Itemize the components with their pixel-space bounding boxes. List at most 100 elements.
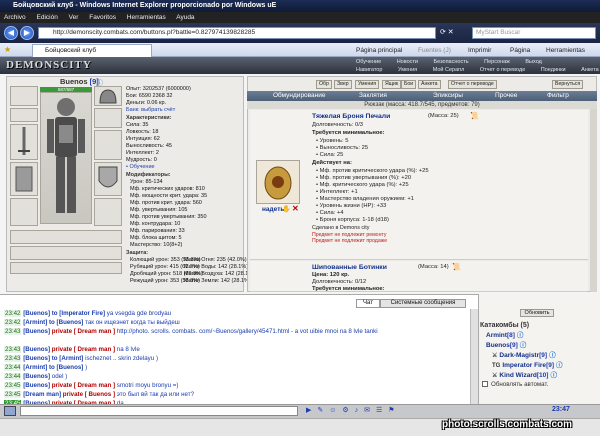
btn-box[interactable]: Ящик	[382, 80, 402, 89]
slot-weapon[interactable]	[10, 124, 38, 160]
back-button[interactable]: ◀	[4, 26, 18, 40]
slot-bracers[interactable]	[94, 108, 122, 128]
toolbar-home[interactable]: Página principal	[356, 45, 402, 56]
btn-profile[interactable]: Анкета	[418, 80, 441, 89]
chat-nick[interactable]: [Buenos]	[23, 346, 50, 353]
nav-fights[interactable]: Поединки	[541, 67, 566, 73]
toolbar-page[interactable]: Página	[510, 45, 530, 56]
toolbar-feeds[interactable]: Fuentes (J)	[418, 45, 451, 56]
slot-shield[interactable]	[94, 162, 122, 196]
btn-return[interactable]: Вернуться	[552, 80, 584, 89]
drop-icon[interactable]: ✕	[292, 204, 299, 213]
btn-skills[interactable]: Умения	[355, 80, 380, 89]
tab-other[interactable]: Прочее	[495, 91, 517, 101]
tab-equipment[interactable]: Обмундирование	[273, 91, 326, 101]
browser-tab[interactable]: Бойцовский клуб	[32, 44, 152, 57]
player-entry[interactable]: ⚔ Dark-Magistr[9] ⓘ	[492, 351, 556, 361]
menu-ver[interactable]: Ver	[69, 14, 79, 21]
chat-menu-icon[interactable]	[4, 406, 16, 416]
chat-nick[interactable]: [Buenos]	[23, 373, 50, 380]
search-input[interactable]: MyStart Buscar	[472, 27, 596, 39]
checkbox-box[interactable]	[482, 381, 488, 388]
auto-refresh-checkbox[interactable]: Обновлять автомат.	[482, 381, 548, 388]
chat-nick[interactable]: [Buenos]	[23, 310, 50, 317]
player-info-icon[interactable]: ⓘ	[550, 372, 557, 379]
characteristics-header[interactable]: Характеристики:	[126, 115, 172, 122]
item1-name[interactable]: Тяжелая Броня Печали	[312, 113, 390, 120]
player-name[interactable]: Armint	[486, 332, 507, 339]
player-entry[interactable]: Armint[8] ⓘ	[484, 331, 523, 341]
menu-favoritos[interactable]: Favoritos	[89, 14, 116, 21]
chat-tool-icons[interactable]: ▶✎☺⚙♪✉☰⚑	[306, 406, 546, 416]
btn-transfer-report[interactable]: Отчет о переводе	[448, 80, 497, 89]
nav-character[interactable]: Персонаж	[484, 59, 510, 65]
slot-belt[interactable]	[10, 198, 38, 226]
chat-input[interactable]	[20, 406, 298, 416]
belt-slots-row[interactable]	[10, 230, 122, 244]
player-entry[interactable]: Buenos[9] ⓘ	[484, 341, 526, 351]
ring-slots-row[interactable]	[10, 246, 122, 260]
nav-transfer-report[interactable]: Отчет о переводе	[480, 67, 525, 73]
chat-nick[interactable]: [Armint]	[23, 319, 47, 326]
chat-scrollbar[interactable]	[470, 309, 478, 404]
toolbar-print[interactable]: Imprimir	[468, 45, 491, 56]
slot-armor[interactable]	[10, 162, 38, 196]
player-info-icon[interactable]: ⓘ	[520, 342, 527, 349]
chat-nick[interactable]: [Dream man]	[23, 391, 61, 398]
inventory-scrollbar[interactable]	[590, 109, 597, 292]
slot-amulet[interactable]	[10, 108, 38, 122]
nav-my-serapl[interactable]: Мой Серапл	[433, 67, 465, 73]
nav-news[interactable]: Новости	[397, 59, 418, 65]
player-info-icon[interactable]: ⓘ	[517, 332, 524, 339]
btn-fights[interactable]: Бои	[401, 80, 417, 89]
wear-hand-icon[interactable]: ✋	[282, 205, 291, 213]
toolbar-tools[interactable]: Herramientas	[546, 45, 585, 56]
modifiers-header[interactable]: Модификаторы:	[126, 172, 171, 179]
player-entry[interactable]: ⚔ Kind Wizard[10] ⓘ	[492, 371, 557, 381]
player-info-icon[interactable]: ⓘ	[549, 352, 556, 359]
chat-tab[interactable]: Чат	[356, 299, 380, 308]
btn-zver[interactable]: Звер	[334, 80, 352, 89]
item2-name[interactable]: Шипованные Ботинки	[312, 264, 387, 271]
slot-gloves[interactable]	[94, 130, 122, 160]
player-entry[interactable]: TG Imperator Fire[9] ⓘ	[492, 361, 563, 371]
chat-nick[interactable]: [Armint]	[23, 364, 47, 371]
tab-spells[interactable]: Заклятия	[359, 91, 387, 101]
player-name[interactable]: Buenos	[486, 342, 510, 349]
chat-nick[interactable]: [Buenos]	[23, 328, 50, 335]
btn-obr[interactable]: Обр	[316, 80, 332, 89]
nav-security[interactable]: Безопасность	[434, 59, 469, 65]
chat-nick[interactable]: [Buenos]	[23, 355, 50, 362]
character-name[interactable]: Buenos [9]	[60, 77, 99, 86]
refresh-button[interactable]: Обновить	[520, 309, 554, 317]
menu-herramientas[interactable]: Herramientas	[127, 14, 166, 21]
address-input[interactable]: http://demonscity.combats.com/buttons.pl…	[38, 27, 436, 39]
menu-archivo[interactable]: Archivo	[4, 14, 26, 21]
bank-link[interactable]: Банк: выбрать счёт	[126, 107, 175, 114]
slot-boots[interactable]	[94, 198, 122, 226]
extra-slots-row[interactable]	[10, 262, 122, 274]
slot-earring[interactable]	[10, 86, 38, 106]
tab-elixirs[interactable]: Эликсиры	[433, 91, 463, 101]
favorites-star-icon[interactable]: ★	[4, 45, 11, 54]
player-name[interactable]: Kind Wizard	[499, 372, 537, 379]
item1-info-icon[interactable]: 📜	[470, 112, 479, 120]
item-image-armor[interactable]	[256, 160, 300, 204]
slot-helmet[interactable]	[94, 86, 122, 106]
nav-exit[interactable]: Выход	[525, 59, 541, 65]
menu-ayuda[interactable]: Ayuda	[176, 14, 194, 21]
protection-header[interactable]: Защита:	[126, 250, 148, 257]
chat-nick[interactable]: [Buenos]	[23, 382, 50, 389]
item2-info-icon[interactable]: 📜	[452, 263, 461, 271]
nav-training[interactable]: Обучение	[356, 59, 381, 65]
system-messages-tab[interactable]: Системные сообщения	[380, 299, 466, 308]
nav-navigator[interactable]: Навигатор	[356, 67, 382, 73]
forward-button[interactable]: ▶	[20, 26, 34, 40]
training-link[interactable]: • Обучение	[126, 164, 155, 171]
refresh-stop-icons[interactable]: ⟳ ✕	[440, 28, 468, 38]
menu-edicion[interactable]: Edición	[37, 14, 58, 21]
player-name[interactable]: Dark-Magistr	[499, 352, 539, 359]
player-name[interactable]: Imperator Fire	[502, 362, 546, 369]
nav-profile[interactable]: Анкета	[581, 67, 599, 73]
nav-skills[interactable]: Умения	[398, 67, 417, 73]
